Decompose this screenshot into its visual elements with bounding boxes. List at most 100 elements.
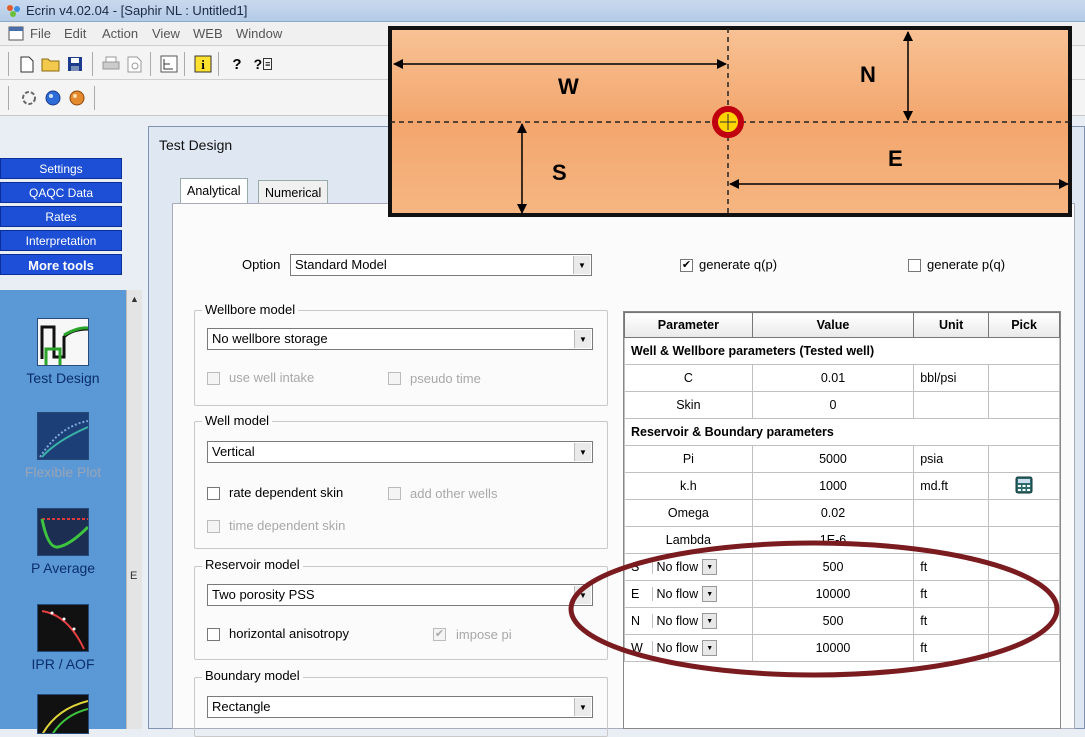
- impose-pi-checkbox[interactable]: ✔: [433, 628, 446, 641]
- boundary-model-select[interactable]: Rectangle ▼: [207, 696, 593, 718]
- scroll-up-arrow-icon[interactable]: ▲: [130, 294, 139, 304]
- orange-globe-icon[interactable]: [66, 87, 88, 109]
- param-unit[interactable]: md.ft: [913, 472, 990, 500]
- chevron-down-icon: ▼: [574, 330, 591, 348]
- info-icon[interactable]: i: [192, 53, 214, 75]
- dialog-title: Test Design: [159, 137, 233, 153]
- diagram-label-w: W: [558, 74, 579, 99]
- title-bar: Ecrin v4.02.04 - [Saphir NL : Untitled1]: [0, 0, 1085, 22]
- use-well-intake-checkbox[interactable]: [207, 372, 220, 385]
- table-row: Omega 0.02: [624, 499, 1060, 527]
- wellbore-model-value: No wellbore storage: [212, 331, 328, 346]
- section-well-wellbore: Well & Wellbore parameters (Tested well): [624, 337, 1060, 365]
- reservoir-model-title: Reservoir model: [202, 557, 303, 572]
- param-unit[interactable]: [913, 499, 990, 527]
- param-value[interactable]: 0.01: [751, 364, 915, 392]
- param-name: k.h: [624, 472, 753, 500]
- chevron-down-icon: ▼: [573, 256, 590, 274]
- document-window-icon[interactable]: [8, 26, 24, 41]
- time-dependent-skin-checkbox[interactable]: [207, 520, 220, 533]
- table-row: k.h 1000 md.ft: [624, 472, 1060, 500]
- toolbar-separator: [218, 52, 219, 76]
- table-row: Pi 5000 psia: [624, 445, 1060, 473]
- sidebar-tab-interpretation[interactable]: Interpretation: [0, 230, 122, 251]
- column-header-unit[interactable]: Unit: [913, 312, 990, 338]
- reservoir-model-value: Two porosity PSS: [212, 587, 315, 602]
- pseudo-time-checkbox[interactable]: [388, 372, 401, 385]
- rate-dependent-skin-label: rate dependent skin: [229, 485, 344, 500]
- save-icon[interactable]: [64, 53, 86, 75]
- generate-pq-checkbox[interactable]: [908, 259, 921, 272]
- sidebar-tab-settings[interactable]: Settings: [0, 158, 122, 179]
- sidebar-tab-rates[interactable]: Rates: [0, 206, 122, 227]
- toolbar-separator: [8, 52, 9, 76]
- toolbar-separator: [184, 52, 185, 76]
- option-label: Option: [242, 257, 281, 272]
- window-title: Ecrin v4.02.04 - [Saphir NL : Untitled1]: [26, 3, 248, 18]
- param-pick: [988, 391, 1060, 419]
- param-value[interactable]: 5000: [751, 445, 915, 473]
- generate-qp-checkbox[interactable]: ✔: [680, 259, 693, 272]
- param-value[interactable]: 0.02: [751, 499, 915, 527]
- tree-view-icon[interactable]: [158, 53, 180, 75]
- tab-numerical[interactable]: Numerical: [258, 180, 329, 204]
- wellbore-model-select[interactable]: No wellbore storage ▼: [207, 328, 593, 350]
- menu-file[interactable]: File: [30, 26, 51, 41]
- impose-pi-label: impose pi: [456, 627, 512, 642]
- param-name: Omega: [624, 499, 753, 527]
- print-preview-icon[interactable]: [124, 53, 146, 75]
- tab-analytical[interactable]: Analytical: [180, 178, 248, 204]
- context-help-icon[interactable]: ? ≡: [252, 53, 274, 75]
- section-row: Well & Wellbore parameters (Tested well): [624, 337, 1060, 365]
- option-select[interactable]: Standard Model ▼: [290, 254, 592, 276]
- tool-next[interactable]: [0, 694, 126, 734]
- param-unit[interactable]: psia: [913, 445, 990, 473]
- rate-dependent-skin-checkbox[interactable]: [207, 487, 220, 500]
- generate-qp-label: generate q(p): [699, 257, 778, 272]
- table-header: Parameter Value Unit Pick: [624, 312, 1060, 338]
- toolbar-separator: [94, 86, 95, 110]
- scroll-grip[interactable]: E: [130, 570, 137, 582]
- boundary-model-value: Rectangle: [212, 699, 271, 714]
- param-pick: [988, 499, 1060, 527]
- tools-scrollbar[interactable]: ▲ E: [126, 290, 142, 729]
- param-value[interactable]: 0: [751, 391, 915, 419]
- param-value[interactable]: 1000: [751, 472, 915, 500]
- param-name: Pi: [624, 445, 753, 473]
- menu-window[interactable]: Window: [236, 26, 282, 41]
- menu-view[interactable]: View: [152, 26, 180, 41]
- flexible-plot-icon: [37, 412, 89, 460]
- menu-web[interactable]: WEB: [193, 26, 223, 41]
- horizontal-anisotropy-checkbox[interactable]: [207, 628, 220, 641]
- column-header-pick[interactable]: Pick: [988, 312, 1060, 338]
- wellbore-model-title: Wellbore model: [202, 302, 299, 317]
- open-folder-icon[interactable]: [40, 53, 62, 75]
- param-unit[interactable]: [913, 391, 990, 419]
- sidebar-tab-more-tools[interactable]: More tools: [0, 254, 122, 275]
- help-icon[interactable]: ?: [226, 53, 248, 75]
- svg-text:i: i: [201, 57, 205, 72]
- blue-globe-icon[interactable]: [42, 87, 64, 109]
- menu-edit[interactable]: Edit: [64, 26, 86, 41]
- sidebar-tabs: Settings QAQC Data Rates Interpretation …: [0, 158, 122, 278]
- param-unit[interactable]: bbl/psi: [913, 364, 990, 392]
- param-name: Skin: [624, 391, 753, 419]
- tool-test-design[interactable]: Test Design: [0, 318, 126, 386]
- column-header-value[interactable]: Value: [751, 312, 915, 338]
- menu-action[interactable]: Action: [102, 26, 138, 41]
- add-other-wells-checkbox[interactable]: [388, 487, 401, 500]
- well-model-select[interactable]: Vertical ▼: [207, 441, 593, 463]
- print-icon[interactable]: [100, 53, 122, 75]
- new-file-icon[interactable]: [16, 53, 38, 75]
- toolbar-separator: [150, 52, 151, 76]
- sidebar-tab-qaqc-data[interactable]: QAQC Data: [0, 182, 122, 203]
- wellbore-model-group: [194, 310, 608, 406]
- calculator-icon[interactable]: [1015, 476, 1033, 494]
- tool-label: Test Design: [26, 370, 100, 386]
- tool-ipr-aof[interactable]: IPR / AOF: [0, 604, 126, 672]
- time-dependent-skin-label: time dependent skin: [229, 518, 346, 533]
- column-header-parameter[interactable]: Parameter: [624, 312, 753, 338]
- tool-p-average[interactable]: P Average: [0, 508, 126, 576]
- reservoir-model-select[interactable]: Two porosity PSS ▼: [207, 584, 593, 606]
- arrows-circle-icon[interactable]: [18, 87, 40, 109]
